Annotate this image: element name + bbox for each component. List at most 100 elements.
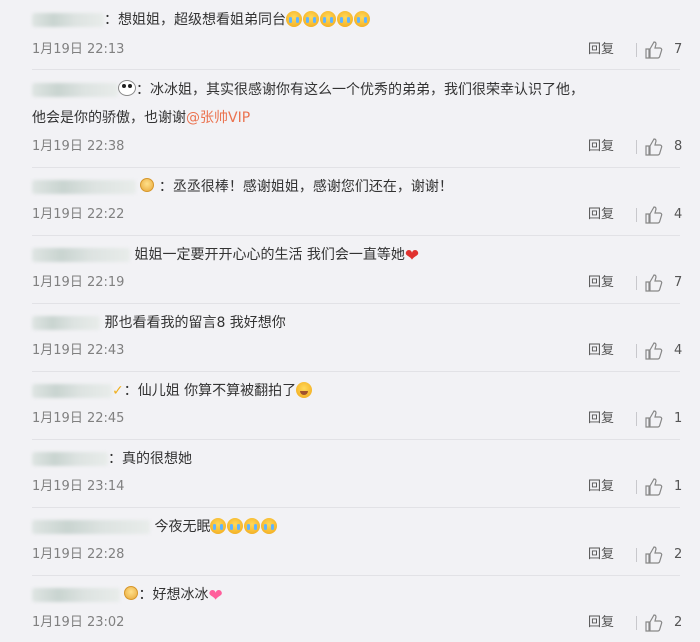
crying-emoji-icon [354,11,370,27]
heart-icon: ❤ [208,586,223,606]
separator [636,208,637,222]
comment-date: 1月19日 22:43 [32,343,125,358]
reply-button[interactable]: 回复 [588,138,614,156]
comment-date: 1月19日 23:14 [32,479,125,494]
comment-date: 1月19日 22:28 [32,547,125,562]
reply-button[interactable]: 回复 [588,410,614,428]
thumbs-up-icon[interactable] [644,40,664,60]
thumbs-up-icon[interactable] [644,341,664,361]
crying-emoji-icon [286,11,302,27]
comment-item: 那也看看我的留言8 我好想你 1月19日 22:43 回复 4 [0,304,700,372]
blurred-username[interactable] [32,384,112,398]
comment-text-cont: 他会是你的骄傲，也谢谢 [32,110,186,126]
crying-emoji-icon [337,11,353,27]
comment-body: ：冰冰姐，其实很感谢你有这么一个优秀的弟弟，我们很荣幸认识了他， [32,80,684,100]
comment-item: ：想姐姐，超级想看姐弟同台 1月19日 22:13 回复 7 [0,0,700,70]
comment-text: ：真的很想她 [108,451,192,467]
comment-text: ：想姐姐，超级想看姐弟同台 [104,12,286,28]
comment-item: 姐姐一定要开开心心的生活 我们会一直等她❤ 1月19日 22:19 回复 7 [0,236,700,304]
blurred-username[interactable] [32,180,136,194]
user-badge-icon [124,586,139,600]
comment-text: 那也看看我的留言8 我好想你 [104,315,286,331]
comment-text: ：丞丞很棒！感谢姐姐，感谢您们还在，谢谢！ [158,179,453,195]
separator [636,140,637,154]
separator [636,43,637,57]
separator [636,412,637,426]
comment-list: ：想姐姐，超级想看姐弟同台 1月19日 22:13 回复 7 ：冰冰姐，其实很感… [0,0,700,642]
separator [636,276,637,290]
like-count: 7 [674,275,683,290]
thumbs-up-icon[interactable] [644,545,664,565]
crying-emoji-icon [320,11,336,27]
like-count: 2 [674,615,683,630]
reply-button[interactable]: 回复 [588,478,614,496]
thumbs-up-icon[interactable] [644,409,664,429]
blurred-username[interactable] [32,588,120,602]
comment-body: ：想姐姐，超级想看姐弟同台 [32,10,684,30]
comment-text: ：仙儿姐 你算不算被翻拍了 [123,383,297,399]
comment-body: 姐姐一定要开开心心的生活 我们会一直等她❤ [32,245,684,266]
blurred-username[interactable] [32,83,118,97]
like-count: 4 [674,207,683,222]
blurred-username[interactable] [32,248,130,262]
comment-text: ：冰冰姐，其实很感谢你有这么一个优秀的弟弟，我们很荣幸认识了他， [136,82,584,98]
user-badge-icon [140,178,155,192]
mention-link[interactable]: @张帅VIP [186,110,250,126]
blurred-username[interactable] [32,452,108,466]
comment-date: 1月19日 23:02 [32,615,125,630]
separator [636,480,637,494]
reply-button[interactable]: 回复 [588,614,614,632]
comment-body: 今夜无眠 [32,517,684,537]
like-count: 2 [674,547,683,562]
crying-emoji-icon [261,518,278,534]
crying-emoji-icon [244,518,261,534]
comment-item: ：好想冰冰❤ 1月19日 23:02 回复 2 [0,576,700,642]
comment-body-line2: 他会是你的骄傲，也谢谢@张帅VIP [32,108,250,128]
comment-body: ：好想冰冰❤ [32,585,684,606]
check-emoji-icon: ✓ [112,383,124,399]
reply-button[interactable]: 回复 [588,41,614,59]
comment-item: ：真的很想她 1月19日 23:14 回复 1 [0,440,700,508]
thumbs-up-icon[interactable] [644,273,664,293]
comment-body: ：丞丞很棒！感谢姐姐，感谢您们还在，谢谢！ [32,177,684,197]
comment-item: ：冰冰姐，其实很感谢你有这么一个优秀的弟弟，我们很荣幸认识了他， 他会是你的骄傲… [0,70,700,168]
crying-emoji-icon [210,518,227,534]
comment-item: ：丞丞很棒！感谢姐姐，感谢您们还在，谢谢！ 1月19日 22:22 回复 4 [0,168,700,236]
comment-date: 1月19日 22:13 [32,42,125,57]
heart-icon: ❤ [404,246,420,266]
separator [636,344,637,358]
thumbs-up-icon[interactable] [644,613,664,633]
thumbs-up-icon[interactable] [644,205,664,225]
reply-button[interactable]: 回复 [588,546,614,564]
blurred-username[interactable] [32,520,150,534]
comment-body: 那也看看我的留言8 我好想你 [32,313,684,333]
comment-item: 今夜无眠 1月19日 22:28 回复 2 [0,508,700,576]
thumbs-up-icon[interactable] [644,477,664,497]
comment-text: 姐姐一定要开开心心的生活 我们会一直等她 [134,247,405,263]
blurred-username[interactable] [32,316,100,330]
like-count: 7 [674,42,683,57]
like-count: 1 [674,479,683,494]
separator [636,616,637,630]
blurred-username[interactable] [32,13,104,27]
comment-date: 1月19日 22:38 [32,139,125,154]
reply-button[interactable]: 回复 [588,274,614,292]
thumbs-up-icon[interactable] [644,137,664,157]
comment-text: ：好想冰冰 [138,587,209,603]
panda-emoji-icon [118,80,136,96]
comment-date: 1月19日 22:22 [32,207,125,222]
separator [636,548,637,562]
like-count: 1 [674,411,683,426]
comment-item: ✓：仙儿姐 你算不算被翻拍了 1月19日 22:45 回复 1 [0,372,700,440]
comment-body: ：真的很想她 [32,449,684,469]
laughing-emoji-icon [296,382,313,398]
comment-date: 1月19日 22:45 [32,411,125,426]
crying-emoji-icon [303,11,319,27]
comment-date: 1月19日 22:19 [32,275,125,290]
reply-button[interactable]: 回复 [588,342,614,360]
reply-button[interactable]: 回复 [588,206,614,224]
like-count: 8 [674,139,683,154]
like-count: 4 [674,343,683,358]
comment-body: ✓：仙儿姐 你算不算被翻拍了 [32,381,684,401]
crying-emoji-icon [227,518,244,534]
